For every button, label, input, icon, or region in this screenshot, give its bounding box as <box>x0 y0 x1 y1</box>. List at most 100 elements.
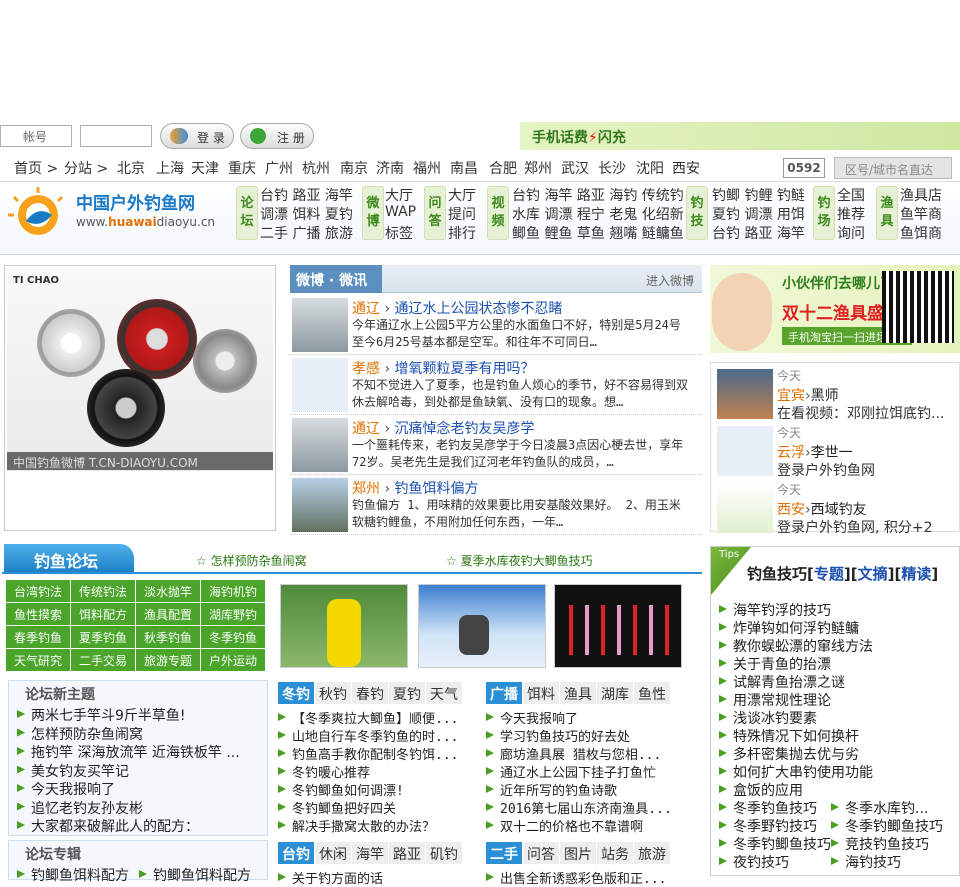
tab-二手[interactable]: 二手 <box>486 842 522 864</box>
weibo-city[interactable]: 郑州 <box>352 481 380 497</box>
tip-item[interactable]: 盒饭的应用 <box>719 780 803 800</box>
tab-春钓[interactable]: 春钓 <box>352 682 388 704</box>
forum-category[interactable]: 海钓机钓 <box>201 580 265 602</box>
tab-休闲[interactable]: 休闲 <box>315 842 351 864</box>
enter-weibo-link[interactable]: 进入微博 <box>646 272 694 289</box>
nav-links-shipin-0[interactable]: 台钓 海竿 路亚 海钓 传统钓 <box>512 185 684 205</box>
nav-links-diaochang-0[interactable]: 全国 <box>837 185 865 205</box>
forum-list-item[interactable]: 2016第七届山东济南渔具... <box>486 798 672 817</box>
tip-item[interactable]: 冬季钓鲫鱼技巧 <box>831 816 943 836</box>
tab-路亚[interactable]: 路亚 <box>389 842 425 864</box>
nav-section-yuju[interactable]: 渔具 <box>876 186 898 240</box>
forum-title[interactable]: 钓鱼论坛 <box>4 544 134 572</box>
nav-links-diaoji-1[interactable]: 夏钓 调漂 用饵 <box>712 204 805 224</box>
user-avatar[interactable] <box>717 483 773 533</box>
activity-city[interactable]: 宜宾 <box>777 388 805 404</box>
weibo-city[interactable]: 通辽 <box>352 421 380 437</box>
activity-city[interactable]: 西安 <box>777 502 805 518</box>
tip-item[interactable]: 冬季水库钓... <box>831 798 928 818</box>
forum-category[interactable]: 秋季钓鱼 <box>136 626 200 648</box>
nav-links-weibo-1[interactable]: WAP <box>385 204 416 220</box>
forum-category[interactable]: 淡水抛竿 <box>136 580 200 602</box>
forum-list-item[interactable]: 冬钓鲫鱼把好四关 <box>278 798 396 817</box>
tab-鱼性[interactable]: 鱼性 <box>634 682 670 704</box>
tip-item[interactable]: 用漂常规性理论 <box>719 690 831 710</box>
forum-list-item[interactable]: 钓鱼高手教你配制冬钓饵... <box>278 744 458 763</box>
forum-list-item[interactable]: 冬钓暖心推荐 <box>278 762 370 781</box>
city-link-16[interactable]: 沈阳 <box>636 158 664 178</box>
city-link-10[interactable]: 福州 <box>413 158 441 178</box>
tab-图片[interactable]: 图片 <box>560 842 596 864</box>
new-topic-item[interactable]: 大家都来破解此人的配方： <box>17 816 199 836</box>
nav-links-wenda-2[interactable]: 排行 <box>448 223 476 243</box>
weibo-item[interactable]: 通辽 › 沉痛悼念老钓友吴彦学 一个噩耗传来，老钓友吴彦学于今日凌晨3点因心梗去世… <box>290 415 702 475</box>
slideshow[interactable]: TI CHAO 中国钓鱼微博 T.CN-DIAOYU.COM <box>4 265 276 531</box>
tip-item[interactable]: 浅谈冰钓要素 <box>719 708 817 728</box>
login-button[interactable]: 登 录 <box>160 123 234 149</box>
tab-饵料[interactable]: 饵料 <box>523 682 559 704</box>
register-button[interactable]: 注 册 <box>240 123 314 149</box>
forum-photo-angler[interactable] <box>280 584 408 668</box>
forum-list-item[interactable]: 通辽水上公园下挂子打鱼忙 <box>486 762 656 781</box>
tab-冬钓[interactable]: 冬钓 <box>278 682 314 704</box>
activity-username[interactable]: 西域钓友 <box>811 502 867 518</box>
nav-links-yuju-1[interactable]: 鱼竿商 <box>900 204 942 224</box>
tip-item[interactable]: 海竿钓浮的技巧 <box>719 600 831 620</box>
forum-list-item[interactable]: 廊坊渔具展 猎枚与您相... <box>486 744 661 763</box>
forum-category[interactable]: 春季钓鱼 <box>6 626 70 648</box>
forum-category[interactable]: 鱼性摸索 <box>6 603 70 625</box>
forum-list-item[interactable]: 近年所写的钓鱼诗歌 <box>486 780 617 799</box>
nav-section-weibo[interactable]: 微博 <box>362 186 384 240</box>
tip-item[interactable]: 炸弹钩如何浮钓鲢鳙 <box>719 618 859 638</box>
forum-category[interactable]: 夏季钓鱼 <box>71 626 135 648</box>
promo-ad[interactable]: 小伙伴们去哪儿了？ 双十二渔具盛典 手机淘宝扫一扫进场 <box>710 265 960 353</box>
password-input[interactable] <box>80 125 152 147</box>
nav-links-wenda-1[interactable]: 提问 <box>448 204 476 224</box>
forum-category[interactable]: 旅游专题 <box>136 649 200 671</box>
weibo-headline[interactable]: 通辽水上公园状态惨不忍睹 <box>395 301 563 317</box>
nav-section-wenda[interactable]: 问答 <box>424 186 446 240</box>
weibo-headline[interactable]: 沉痛悼念老钓友吴彦学 <box>395 421 535 437</box>
tips-featured-link[interactable]: 精读 <box>901 565 931 583</box>
forum-list-item[interactable]: 双十二的价格也不靠谱啊 <box>486 816 643 835</box>
nav-links-weibo-2[interactable]: 标签 <box>385 223 413 243</box>
weibo-item[interactable]: 郑州 › 钓鱼饵料偏方 钓鱼偏方 1、用味精的效果要比用安基酸效果好。 2、用玉米… <box>290 475 702 535</box>
activity-username[interactable]: 李世一 <box>811 445 853 461</box>
tip-item[interactable]: 夜钓技巧 <box>719 852 789 872</box>
tip-item[interactable]: 特殊情况下如何换杆 <box>719 726 859 746</box>
tab-夏钓[interactable]: 夏钓 <box>389 682 425 704</box>
tip-item[interactable]: 竞技钓鱼技巧 <box>831 834 929 854</box>
nav-links-yuju-0[interactable]: 渔具店 <box>900 185 942 205</box>
forum-list-item[interactable]: 【冬季爽拉大鲫鱼】顺便... <box>278 708 458 727</box>
tab-站务[interactable]: 站务 <box>597 842 633 864</box>
user-avatar[interactable] <box>717 369 773 419</box>
city-link-15[interactable]: 长沙 <box>598 158 626 178</box>
forum-list-item[interactable]: 关于钓方面的话 <box>278 868 383 887</box>
activity-city[interactable]: 云浮 <box>777 445 805 461</box>
city-link-14[interactable]: 武汉 <box>561 158 589 178</box>
city-link-8[interactable]: 南京 <box>340 158 368 178</box>
tip-item[interactable]: 关于青鱼的抬漂 <box>719 654 831 674</box>
tab-湖库[interactable]: 湖库 <box>597 682 633 704</box>
forum-category[interactable]: 二手交易 <box>71 649 135 671</box>
forum-category[interactable]: 天气研究 <box>6 649 70 671</box>
new-topic-item[interactable]: 两米七手竿斗9斤半草鱼! <box>17 705 186 725</box>
nav-links-yuju-2[interactable]: 鱼饵商 <box>900 223 942 243</box>
city-link-17[interactable]: 西安 <box>672 158 700 178</box>
forum-category[interactable]: 渔具配置 <box>136 603 200 625</box>
city-link-12[interactable]: 合肥 <box>489 158 517 178</box>
new-topic-item[interactable]: 拖钓竿 深海放流竿 近海铁板竿 ... <box>17 742 240 762</box>
tip-item[interactable]: 多杆密集抛去优与劣 <box>719 744 859 764</box>
user-avatar[interactable] <box>717 426 773 476</box>
forum-photo-floats[interactable] <box>554 584 682 668</box>
new-topic-item[interactable]: 怎样预防杂鱼闹窝 <box>17 724 143 744</box>
nav-links-wenda-0[interactable]: 大厅 <box>448 185 476 205</box>
city-link-3[interactable]: 上海 <box>156 158 184 178</box>
nav-links-diaochang-2[interactable]: 询问 <box>837 223 865 243</box>
new-topic-item[interactable]: 追忆老钓友孙友彬 <box>17 798 143 818</box>
city-link-4[interactable]: 天津 <box>191 158 219 178</box>
recharge-banner[interactable]: 手机话费⚡闪充 <box>520 122 960 150</box>
tab-渔具[interactable]: 渔具 <box>560 682 596 704</box>
forum-category[interactable]: 传统钓法 <box>71 580 135 602</box>
city-link-1[interactable]: 分站 > <box>64 158 108 178</box>
